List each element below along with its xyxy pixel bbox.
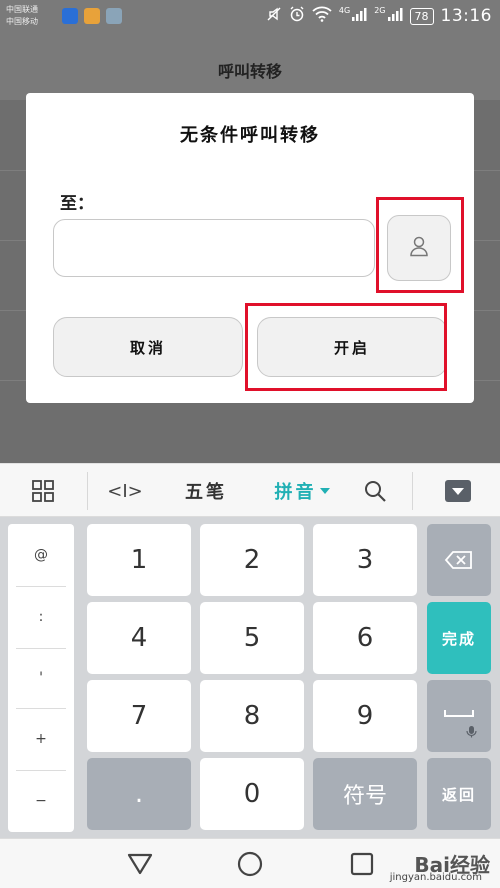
symbol-key[interactable]: @ — [8, 524, 74, 586]
carrier-1: 中国联通 — [6, 5, 38, 14]
highlight-enable-button — [245, 303, 447, 391]
space-mic-icon — [444, 710, 477, 738]
mute-icon — [266, 6, 282, 26]
network-2-label: 2G — [374, 5, 386, 15]
triangle-back-icon — [127, 853, 153, 875]
search-icon[interactable] — [350, 464, 400, 518]
status-right: 4G 2G 78 13:16 — [266, 6, 492, 26]
page-header: 呼叫转移 — [0, 34, 500, 100]
digit-key-8[interactable]: 8 — [200, 680, 304, 752]
digit-key-5[interactable]: 5 — [200, 602, 304, 674]
numeric-keyboard: @ : ' + − 1 2 3 4 5 6 完成 7 8 9 . 0 符号 返回 — [0, 517, 500, 838]
done-key[interactable]: 完成 — [427, 602, 491, 674]
cursor-move-button[interactable]: <I> — [100, 464, 150, 518]
digit-key-4[interactable]: 4 — [87, 602, 191, 674]
to-label: 至： — [60, 194, 94, 214]
digit-key-3[interactable]: 3 — [313, 524, 417, 596]
backspace-icon — [444, 551, 472, 569]
highlight-contact-button — [376, 197, 464, 293]
carrier-2: 中国移动 — [6, 17, 38, 26]
image-app-icon — [106, 8, 122, 24]
dialog-title: 无条件呼叫转移 — [180, 125, 320, 146]
status-app-icons — [62, 8, 122, 24]
alarm-icon — [289, 6, 305, 26]
cursor-label: <I> — [107, 480, 143, 502]
symbol-key[interactable]: + — [8, 708, 74, 770]
keyboard-toolbar: <I> 五笔 拼音 — [0, 463, 500, 517]
divider — [87, 472, 88, 510]
pinyin-tab[interactable]: 拼音 — [266, 464, 338, 518]
dot-key[interactable]: . — [87, 758, 191, 830]
baidu-app-icon — [62, 8, 78, 24]
navigation-bar: Bai经验 jingyan.baidu.com — [0, 838, 500, 888]
pinyin-label: 拼音 — [274, 482, 317, 503]
notification-app-icon — [84, 8, 100, 24]
wubi-label: 五笔 — [185, 482, 227, 503]
recents-nav-button[interactable] — [332, 839, 392, 888]
watermark-url: jingyan.baidu.com — [389, 872, 482, 883]
digit-key-6[interactable]: 6 — [313, 602, 417, 674]
symbol-key[interactable]: ' — [8, 648, 74, 708]
network-1-label: 4G — [338, 5, 351, 15]
symbol-key[interactable]: − — [8, 770, 74, 832]
carrier-labels: 中国联通 中国移动 — [6, 4, 38, 28]
symbol-key[interactable]: : — [8, 586, 74, 648]
status-bar: 中国联通 中国移动 4G 2G 78 13:16 — [0, 0, 500, 34]
page-title: 呼叫转移 — [217, 62, 282, 81]
signal-1-icon — [351, 6, 367, 26]
wifi-icon — [312, 6, 332, 26]
chevron-down-icon — [319, 488, 330, 494]
wubi-tab[interactable]: 五笔 — [176, 464, 236, 518]
battery-indicator: 78 — [409, 7, 434, 25]
digit-key-7[interactable]: 7 — [87, 680, 191, 752]
square-recents-icon — [350, 852, 374, 876]
symbols-key[interactable]: 符号 — [313, 758, 417, 830]
divider — [412, 472, 413, 510]
space-key[interactable] — [427, 680, 491, 752]
circle-home-icon — [237, 851, 263, 877]
cancel-button[interactable]: 取消 — [53, 317, 243, 377]
backspace-key[interactable] — [427, 524, 491, 596]
clock: 13:16 — [440, 6, 492, 26]
hide-keyboard-icon[interactable] — [428, 464, 488, 518]
home-nav-button[interactable] — [220, 839, 280, 888]
back-key[interactable]: 返回 — [427, 758, 491, 830]
digit-key-0[interactable]: 0 — [200, 758, 304, 830]
digit-key-2[interactable]: 2 — [200, 524, 304, 596]
symbol-column: @ : ' + − — [8, 524, 74, 832]
back-nav-button[interactable] — [110, 839, 170, 888]
forward-number-input[interactable] — [53, 219, 375, 277]
digit-key-9[interactable]: 9 — [313, 680, 417, 752]
signal-2-icon — [387, 6, 403, 26]
grid-icon[interactable] — [14, 464, 72, 518]
digit-key-1[interactable]: 1 — [87, 524, 191, 596]
